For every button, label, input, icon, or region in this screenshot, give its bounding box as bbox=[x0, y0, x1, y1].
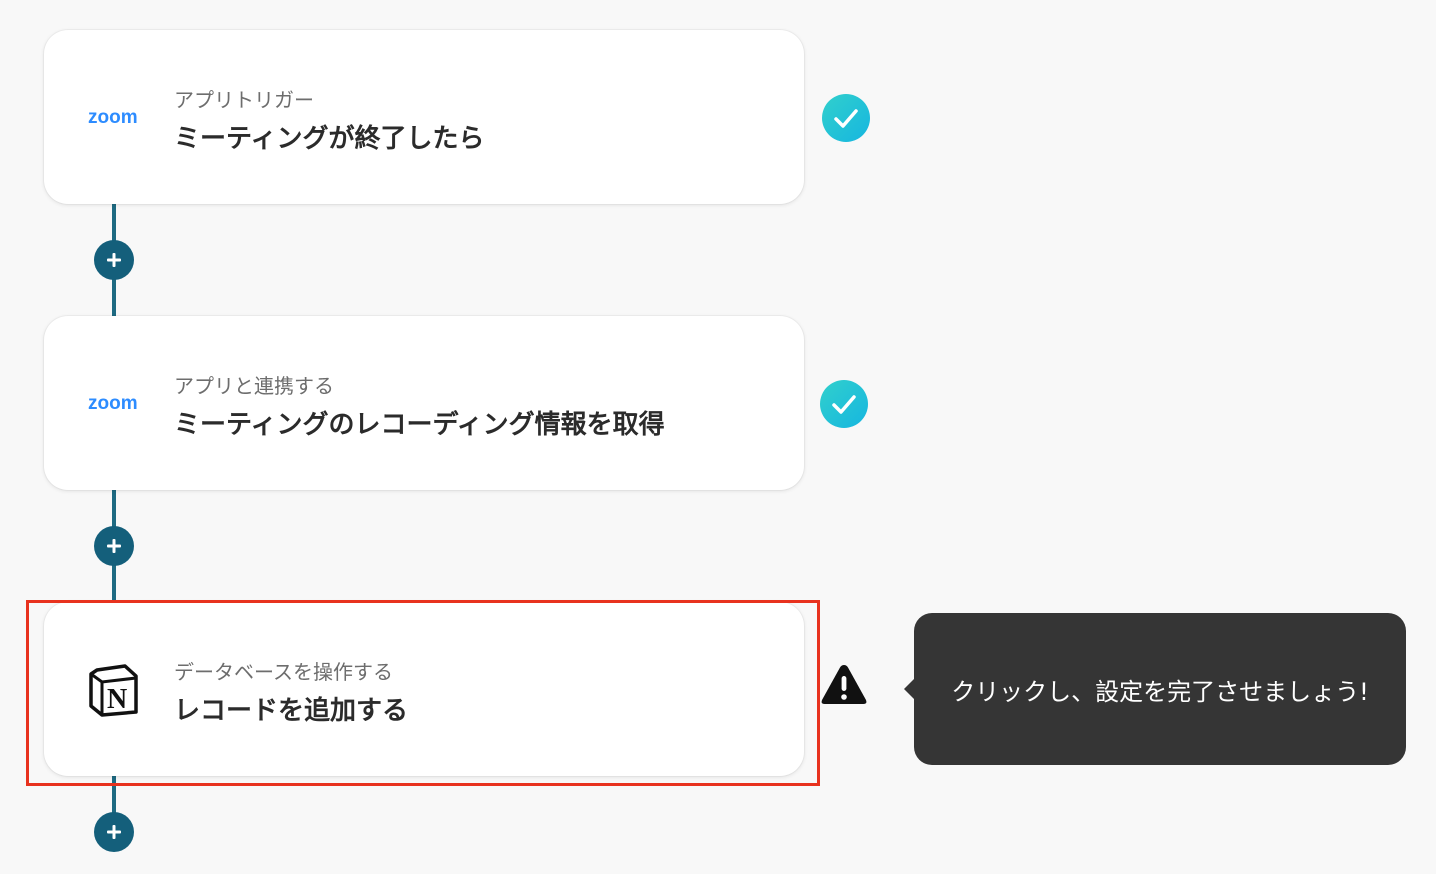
plus-icon bbox=[107, 539, 121, 553]
add-step-button[interactable] bbox=[94, 526, 134, 566]
check-circle-icon bbox=[820, 380, 868, 428]
plus-icon bbox=[107, 825, 121, 839]
zoom-logo-icon: zoom bbox=[88, 393, 138, 414]
step-subtitle: データベースを操作する bbox=[174, 660, 393, 684]
step-title: ミーティングが終了したら bbox=[174, 124, 485, 154]
notion-logo-icon: N bbox=[89, 664, 138, 717]
zoom-logo-icon: zoom bbox=[88, 107, 138, 128]
step-title: ミーティングのレコーディング情報を取得 bbox=[174, 410, 665, 440]
step-subtitle: アプリトリガー bbox=[174, 88, 314, 112]
step-card-notion-add-record[interactable]: N データベースを操作する レコードを追加する bbox=[44, 602, 804, 776]
add-step-button[interactable] bbox=[94, 240, 134, 280]
tooltip-arrow bbox=[904, 679, 914, 699]
step-title: レコードを追加する bbox=[174, 696, 409, 726]
tooltip: クリックし、設定を完了させましょう! bbox=[904, 613, 1406, 765]
step-subtitle: アプリと連携する bbox=[174, 374, 334, 398]
add-step-button[interactable] bbox=[94, 812, 134, 852]
warning-triangle-icon bbox=[821, 665, 867, 704]
step-card-zoom-trigger[interactable]: zoom アプリトリガー ミーティングが終了したら bbox=[44, 30, 804, 204]
svg-text:N: N bbox=[107, 684, 127, 715]
svg-text:zoom: zoom bbox=[88, 107, 138, 128]
plus-icon bbox=[107, 253, 121, 267]
step-card-zoom-recording[interactable]: zoom アプリと連携する ミーティングのレコーディング情報を取得 bbox=[44, 316, 804, 490]
tooltip-text: クリックし、設定を完了させましょう! bbox=[951, 677, 1369, 706]
svg-text:zoom: zoom bbox=[88, 393, 138, 414]
check-circle-icon bbox=[822, 94, 870, 142]
